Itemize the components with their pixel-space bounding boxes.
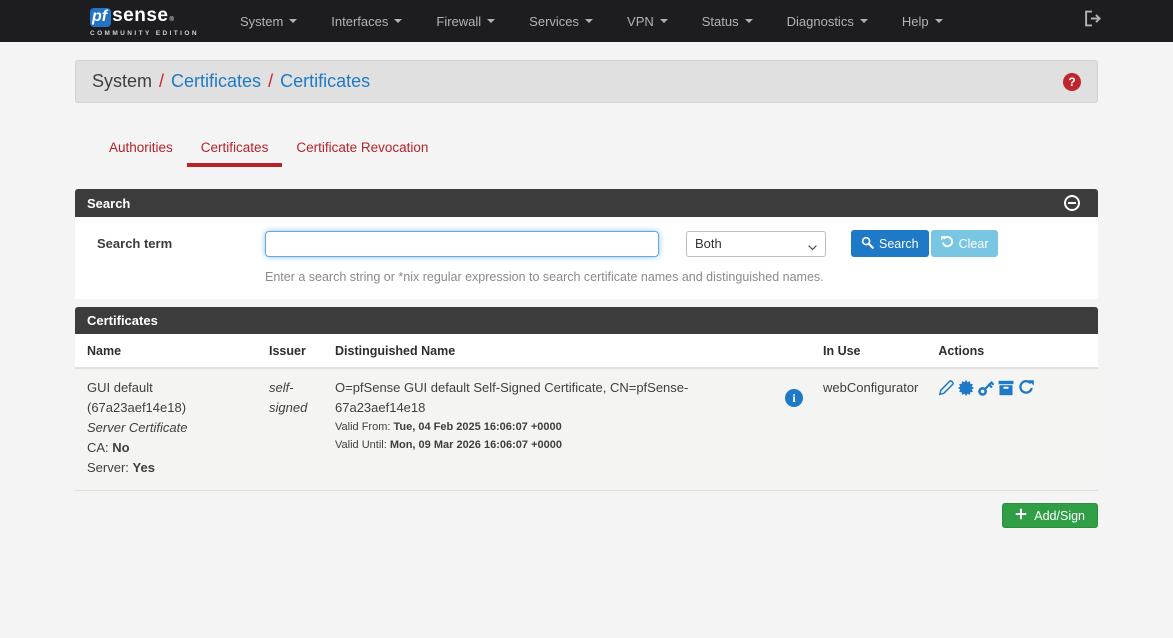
cert-issuer-cell: self-signed bbox=[259, 368, 325, 491]
logo-edition-label: COMMUNITY EDITION bbox=[90, 30, 199, 37]
edit-certificate-button pencil-icon[interactable] bbox=[938, 380, 954, 396]
tab-authorities[interactable]: Authorities bbox=[95, 132, 187, 167]
info-icon[interactable]: i bbox=[785, 389, 803, 407]
table-row: GUI default (67a23aef14e18) Server Certi… bbox=[75, 368, 1098, 491]
menu-item-firewall[interactable]: Firewall bbox=[419, 0, 512, 42]
caret-down-icon bbox=[394, 19, 402, 23]
server-label: Server: bbox=[87, 460, 129, 475]
export-certificate-button certificate-icon[interactable] bbox=[958, 380, 974, 396]
search-panel: Search Search term Both bbox=[75, 189, 1098, 299]
valid-from-value: Tue, 04 Feb 2025 16:06:07 +0000 bbox=[393, 421, 561, 433]
ca-label: CA: bbox=[87, 440, 109, 455]
caret-down-icon bbox=[487, 19, 495, 23]
search-button[interactable]: Search bbox=[851, 230, 929, 257]
column-header-distinguished-name: Distinguished Name bbox=[325, 334, 813, 368]
caret-down-icon bbox=[860, 19, 868, 23]
cert-name-cell: GUI default (67a23aef14e18) Server Certi… bbox=[75, 368, 259, 491]
breadcrumb-separator: / bbox=[268, 71, 273, 92]
breadcrumb-link-certificates-page[interactable]: Certificates bbox=[280, 71, 370, 92]
column-header-in-use: In Use bbox=[813, 334, 928, 368]
certificates-panel: Certificates Name Issuer Distinguished N… bbox=[75, 307, 1098, 491]
add-sign-button[interactable]: Add/Sign bbox=[1002, 503, 1098, 528]
search-scope-select[interactable]: Both bbox=[686, 231, 826, 257]
breadcrumb-separator: / bbox=[159, 71, 164, 92]
certificates-panel-title: Certificates bbox=[87, 313, 158, 328]
renew-certificate-button repeat-icon[interactable] bbox=[1018, 380, 1034, 396]
top-navbar: pfsense® COMMUNITY EDITION System Interf… bbox=[0, 0, 1173, 42]
menu-item-status[interactable]: Status bbox=[685, 0, 770, 42]
cert-dn-cell: O=pfSense GUI default Self-Signed Certif… bbox=[325, 368, 813, 491]
menu-item-diagnostics[interactable]: Diagnostics bbox=[770, 0, 885, 42]
caret-down-icon bbox=[585, 19, 593, 23]
breadcrumb-link-certificates[interactable]: Certificates bbox=[171, 71, 261, 92]
valid-until-label: Valid Until: bbox=[335, 439, 387, 451]
caret-down-icon bbox=[289, 19, 297, 23]
logo-wordmark: sense bbox=[112, 6, 168, 25]
export-pkcs12-button archive-icon[interactable] bbox=[998, 380, 1014, 396]
certificates-panel-header: Certificates bbox=[75, 307, 1098, 334]
search-input[interactable] bbox=[265, 231, 659, 257]
search-hint-text: Enter a search string or *nix regular ex… bbox=[265, 270, 1098, 284]
column-header-name: Name bbox=[75, 334, 259, 368]
search-panel-title: Search bbox=[87, 196, 130, 211]
menu-item-interfaces[interactable]: Interfaces bbox=[314, 0, 419, 42]
caret-down-icon bbox=[935, 19, 943, 23]
caret-down-icon bbox=[660, 19, 668, 23]
caret-down-icon bbox=[745, 19, 753, 23]
pfsense-logo[interactable]: pfsense® COMMUNITY EDITION bbox=[90, 6, 199, 37]
sign-out-icon bbox=[1084, 10, 1101, 32]
menu-item-help[interactable]: Help bbox=[885, 0, 960, 42]
registered-mark: ® bbox=[169, 17, 173, 23]
server-value: Yes bbox=[133, 460, 155, 475]
collapse-panel-icon[interactable] bbox=[1064, 195, 1080, 211]
undo-icon bbox=[941, 236, 954, 252]
clear-button[interactable]: Clear bbox=[931, 230, 999, 257]
logo-pf-badge: pf bbox=[90, 8, 111, 27]
cert-in-use-cell: webConfigurator bbox=[813, 368, 928, 491]
plus-icon bbox=[1015, 508, 1027, 523]
tab-bar: Authorities Certificates Certificate Rev… bbox=[75, 132, 1098, 167]
tab-certificate-revocation[interactable]: Certificate Revocation bbox=[282, 132, 442, 167]
cert-type: Server Certificate bbox=[87, 418, 249, 438]
search-icon bbox=[861, 236, 874, 252]
certificates-table: Name Issuer Distinguished Name In Use Ac… bbox=[75, 334, 1098, 491]
export-key-button key-icon[interactable] bbox=[978, 380, 994, 396]
logout-button[interactable] bbox=[1084, 10, 1101, 32]
search-term-label: Search term bbox=[75, 236, 265, 251]
breadcrumb-section: System bbox=[92, 71, 152, 92]
search-panel-header: Search bbox=[75, 189, 1098, 217]
column-header-actions: Actions bbox=[928, 334, 1098, 368]
help-icon[interactable]: ? bbox=[1063, 73, 1081, 91]
menu-item-services[interactable]: Services bbox=[512, 0, 610, 42]
cert-name: GUI default (67a23aef14e18) bbox=[87, 378, 249, 418]
tab-certificates[interactable]: Certificates bbox=[187, 132, 283, 167]
breadcrumb: System / Certificates / Certificates ? bbox=[75, 60, 1098, 103]
cert-dn-text: O=pfSense GUI default Self-Signed Certif… bbox=[335, 378, 771, 418]
cert-actions-cell bbox=[928, 368, 1098, 491]
valid-from-label: Valid From: bbox=[335, 421, 390, 433]
valid-until-value: Mon, 09 Mar 2026 16:06:07 +0000 bbox=[390, 439, 562, 451]
menu-item-system[interactable]: System bbox=[223, 0, 314, 42]
column-header-issuer: Issuer bbox=[259, 334, 325, 368]
ca-value: No bbox=[112, 440, 129, 455]
main-menu: System Interfaces Firewall Services VPN … bbox=[223, 0, 960, 42]
menu-item-vpn[interactable]: VPN bbox=[610, 0, 685, 42]
search-scope-select-wrap: Both bbox=[686, 231, 826, 257]
